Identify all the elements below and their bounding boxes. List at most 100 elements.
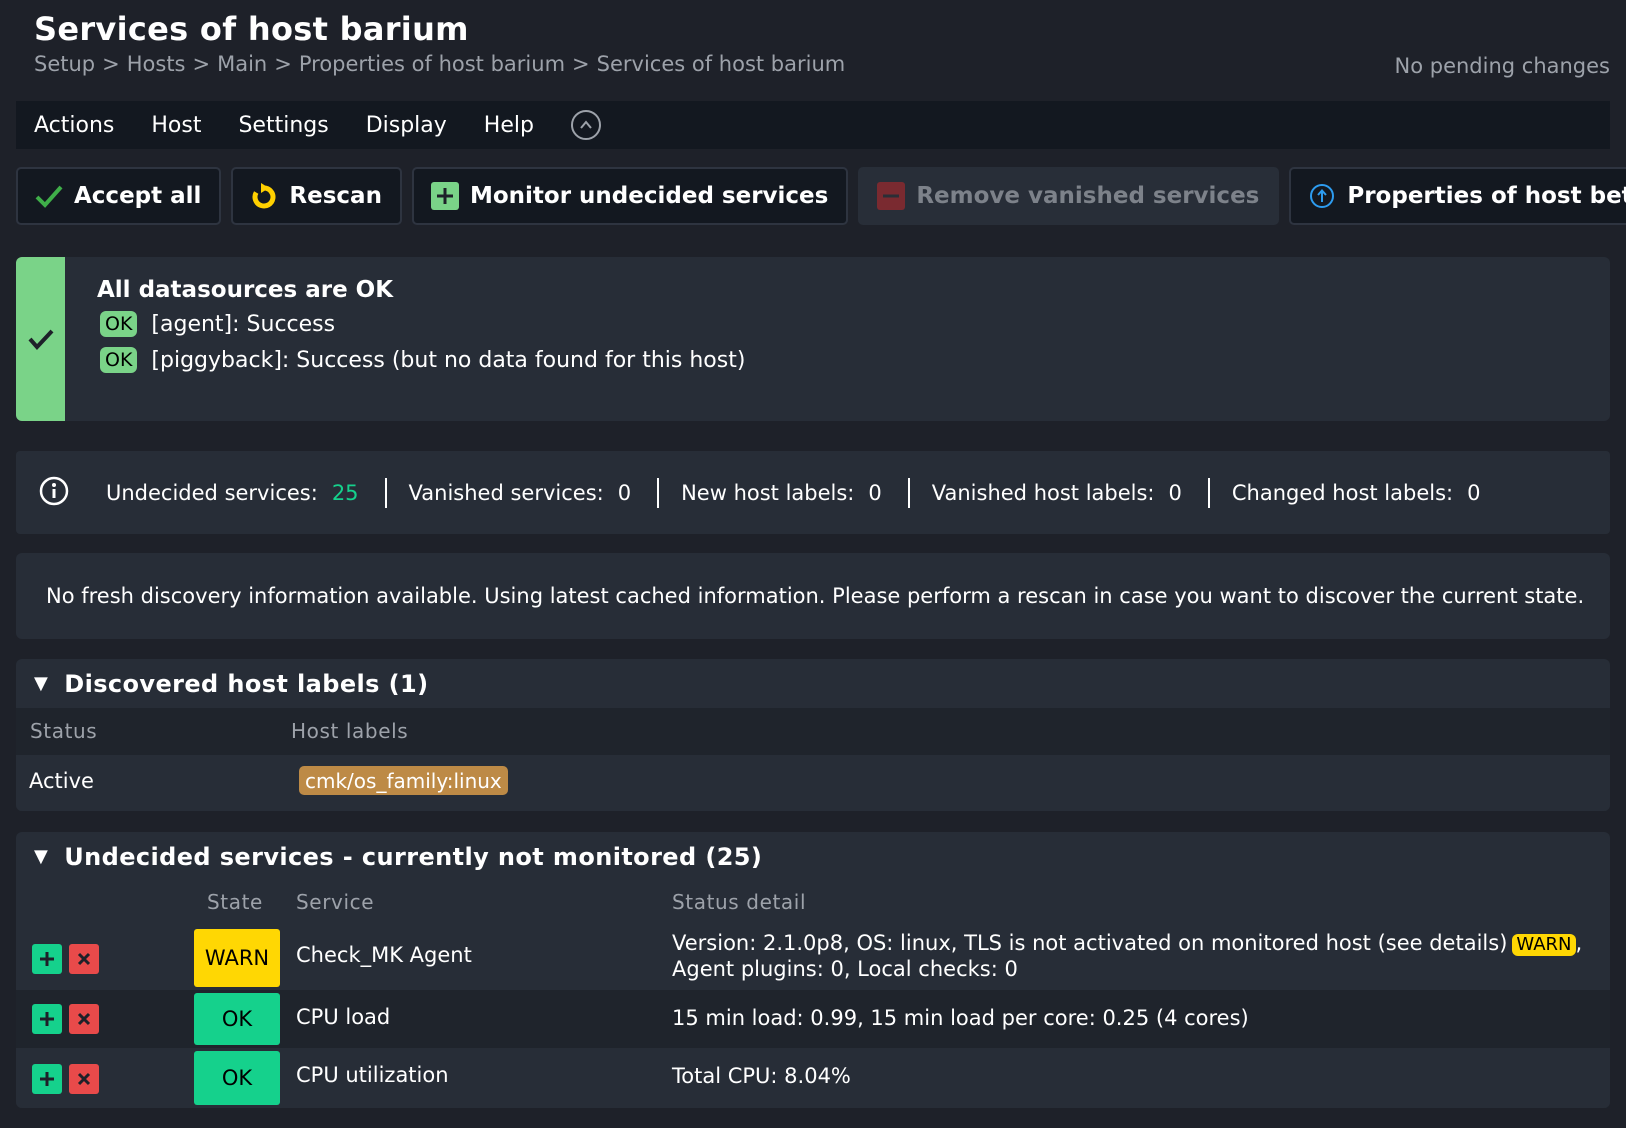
summary-vanished: Vanished services: 0: [409, 481, 632, 505]
rescan-label: Rescan: [289, 183, 382, 209]
summary-new-host-labels: New host labels: 0: [681, 481, 882, 505]
row-actions: [32, 944, 99, 974]
datasource-text: [agent]: Success: [151, 311, 336, 337]
undecided-services-section: ▼ Undecided services - currently not mon…: [16, 832, 1610, 1108]
accept-all-label: Accept all: [74, 183, 202, 209]
table-row: Active cmk/os_family:linux: [16, 755, 1610, 811]
datasource-item: OK [agent]: Success: [100, 311, 335, 337]
summary-label: Undecided services:: [106, 480, 318, 505]
breadcrumb-host-properties[interactable]: Properties of host barium: [299, 52, 565, 76]
breadcrumb-main[interactable]: Main: [217, 52, 267, 76]
breadcrumb-separator: >: [274, 52, 292, 76]
page-title: Services of host barium: [34, 10, 469, 48]
close-icon: [77, 1072, 91, 1086]
menu-settings[interactable]: Settings: [238, 113, 328, 138]
remove-vanished-button[interactable]: Remove vanished services: [858, 167, 1280, 225]
undecided-services-header[interactable]: ▼ Undecided services - currently not mon…: [16, 832, 1610, 881]
table-header: Status Host labels: [16, 708, 1610, 755]
column-header-status-detail: Status detail: [672, 890, 807, 914]
ignore-service-button[interactable]: [69, 1004, 99, 1034]
summary-changed-host-labels: Changed host labels: 0: [1232, 481, 1481, 505]
column-header-host-labels: Host labels: [291, 719, 409, 743]
action-toolbar: Accept all Rescan Monitor undecided serv…: [16, 167, 1626, 225]
close-icon: [77, 1012, 91, 1026]
datasources-panel: All datasources are OK OK [agent]: Succe…: [16, 257, 1610, 421]
summary-label: New host labels:: [681, 480, 855, 505]
menu-help[interactable]: Help: [484, 113, 534, 138]
monitor-undecided-button[interactable]: Monitor undecided services: [411, 167, 849, 225]
status-detail: Total CPU: 8.04%: [672, 1064, 851, 1088]
divider: [657, 477, 660, 508]
divider: [1207, 477, 1210, 508]
plus-icon: [40, 1012, 54, 1026]
info-icon: [38, 475, 70, 511]
table-row: OK CPU load 15 min load: 0.99, 15 min lo…: [16, 990, 1610, 1048]
datasources-title: All datasources are OK: [97, 277, 394, 303]
breadcrumb-setup[interactable]: Setup: [34, 52, 95, 76]
menu-bar: Actions Host Settings Display Help: [16, 101, 1610, 149]
accept-all-button[interactable]: Accept all: [16, 167, 222, 225]
status-detail-text: Version: 2.1.0p8, OS: linux, TLS is not …: [672, 931, 1508, 955]
rescan-icon: [249, 181, 279, 211]
breadcrumb-hosts[interactable]: Hosts: [127, 52, 186, 76]
rescan-button[interactable]: Rescan: [231, 167, 402, 225]
discovery-summary: Undecided services: 25 Vanished services…: [16, 451, 1610, 534]
status-detail-text: Agent plugins: 0, Local checks: 0: [672, 957, 1018, 981]
divider: [907, 477, 910, 508]
host-labels-section: ▼ Discovered host labels (1) Status Host…: [16, 659, 1610, 811]
host-label-pill[interactable]: cmk/os_family:linux: [299, 766, 508, 795]
breadcrumb-separator: >: [102, 52, 120, 76]
summary-value: 0: [868, 480, 882, 505]
monitor-service-button[interactable]: [32, 1004, 62, 1034]
triangle-down-icon: ▼: [34, 846, 49, 867]
section-title: Discovered host labels (1): [64, 669, 429, 698]
close-icon: [77, 952, 91, 966]
ok-badge: OK: [100, 347, 138, 373]
menu-host[interactable]: Host: [151, 113, 201, 138]
minus-icon: [876, 181, 906, 211]
service-name[interactable]: Check_MK Agent: [296, 943, 472, 967]
table-row: WARN Check_MK Agent Version: 2.1.0p8, OS…: [16, 924, 1610, 990]
monitor-undecided-label: Monitor undecided services: [469, 183, 829, 209]
host-labels-header[interactable]: ▼ Discovered host labels (1): [16, 659, 1610, 708]
column-header-status: Status: [30, 719, 98, 743]
summary-vanished-host-labels: Vanished host labels: 0: [932, 481, 1182, 505]
column-header-state: State: [207, 890, 263, 914]
pending-changes-status[interactable]: No pending changes: [1395, 54, 1611, 78]
datasource-text: [piggyback]: Success (but no data found …: [151, 347, 746, 373]
host-properties-label: Properties of host beta: [1347, 183, 1626, 209]
ok-badge: OK: [100, 311, 138, 337]
summary-value: 25: [331, 480, 359, 505]
plus-icon: [40, 1072, 54, 1086]
monitor-service-button[interactable]: [32, 1064, 62, 1094]
datasource-item: OK [piggyback]: Success (but no data fou…: [100, 347, 745, 373]
checkmark-icon: [34, 181, 64, 211]
row-actions: [32, 1064, 99, 1094]
breadcrumb-separator: >: [192, 52, 211, 76]
cache-notice: No fresh discovery information available…: [16, 553, 1610, 639]
table-header: State Service Status detail: [16, 881, 1610, 924]
host-properties-button[interactable]: Properties of host beta: [1289, 167, 1626, 225]
status-detail: 15 min load: 0.99, 15 min load per core:…: [672, 1006, 1249, 1030]
page: Services of host barium Setup > Hosts > Main…: [0, 0, 1626, 1128]
service-name[interactable]: CPU utilization: [296, 1063, 449, 1087]
section-title: Undecided services - currently not monit…: [64, 842, 763, 871]
monitor-service-button[interactable]: [32, 944, 62, 974]
breadcrumb: Setup > Hosts > Main > Properties of host bari…: [34, 52, 845, 76]
ignore-service-button[interactable]: [69, 1064, 99, 1094]
row-actions: [32, 1004, 99, 1034]
divider: [384, 477, 387, 508]
breadcrumb-separator: >: [572, 52, 590, 76]
summary-label: Vanished host labels:: [931, 480, 1155, 505]
menu-display[interactable]: Display: [366, 113, 447, 138]
status-detail: Version: 2.1.0p8, OS: linux, TLS is not …: [672, 930, 1582, 982]
checkmark-icon: [27, 329, 53, 350]
menu-actions[interactable]: Actions: [34, 113, 114, 138]
label-status: Active: [29, 769, 94, 793]
chevron-up-circle-icon[interactable]: [570, 110, 601, 140]
service-name[interactable]: CPU load: [296, 1005, 390, 1029]
summary-label: Changed host labels:: [1231, 480, 1454, 505]
plus-icon: [430, 181, 460, 211]
ignore-service-button[interactable]: [69, 944, 99, 974]
arrow-up-circle-icon: [1307, 181, 1337, 211]
